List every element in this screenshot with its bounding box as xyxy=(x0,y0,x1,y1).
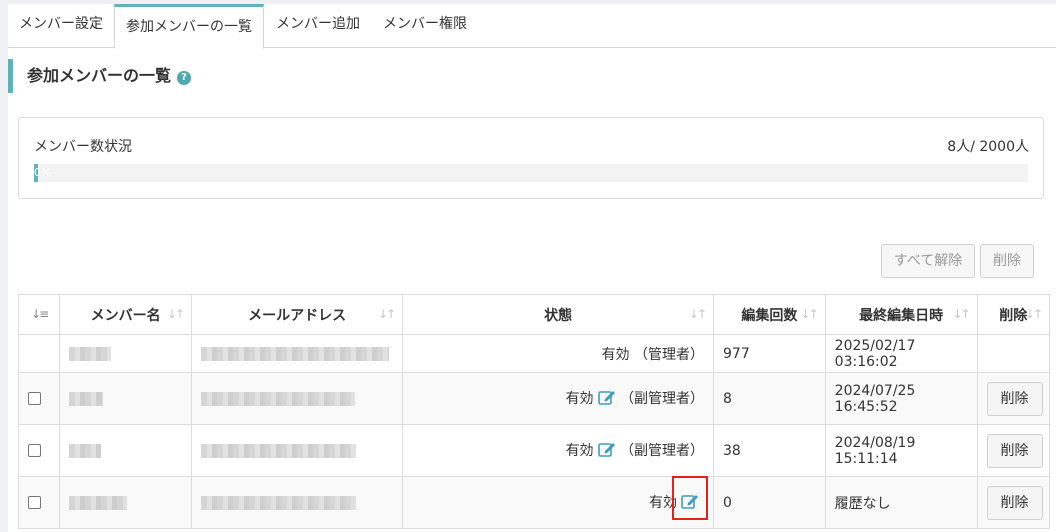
state-cell: 有効 xyxy=(402,476,715,529)
table-row: 有効 0 履歴なし 削除 xyxy=(17,476,1051,529)
member-count: 8人/ 2000人 xyxy=(947,139,1029,155)
column-header-label: メンバー名 xyxy=(90,307,161,324)
state-text: 有効 xyxy=(601,346,630,363)
row-select-cell xyxy=(17,334,61,373)
column-header-label: 最終編集日時 xyxy=(859,307,944,324)
column-header-edit-count[interactable]: 編集回数 ↓↑ xyxy=(713,294,826,335)
last-edit-cell: 履歴なし xyxy=(824,476,978,529)
tab-member-permissions[interactable]: メンバー権限 xyxy=(372,4,478,48)
page-title: 参加メンバーの一覧? xyxy=(8,59,192,93)
member-status-panel: メンバー数状況 8人/ 2000人 0% xyxy=(18,117,1044,199)
email-cell xyxy=(190,334,404,373)
email-cell xyxy=(190,476,404,529)
column-header-label: 状態 xyxy=(544,307,573,324)
row-select-cell xyxy=(17,424,61,477)
member-name-cell xyxy=(59,476,192,529)
redacted-member-name xyxy=(69,495,128,510)
table-header-row: ↓≡ メンバー名 ↓↑ メールアドレス ↓↑ 状態 ↓↑ 編集回数 ↓↑ 最終編集日時 ↓… xyxy=(17,294,1051,335)
row-checkbox[interactable] xyxy=(28,392,41,405)
redacted-email xyxy=(201,391,355,406)
edit-count-cell: 977 xyxy=(713,334,826,373)
member-progress-bar: 0% xyxy=(34,164,1028,182)
tab-member-settings[interactable]: メンバー設定 xyxy=(8,4,114,48)
column-header-delete[interactable]: 削除 ↓↑ xyxy=(976,294,1051,335)
last-edit-cell: 2024/07/25 16:45:52 xyxy=(824,372,978,425)
help-icon[interactable]: ? xyxy=(177,71,192,85)
page-title-text: 参加メンバーの一覧 xyxy=(27,66,172,85)
member-status-label: メンバー数状況 xyxy=(34,139,132,155)
delete-cell: 削除 xyxy=(976,372,1051,425)
role-text: （管理者） xyxy=(634,346,705,363)
table-row: 有効 （副管理者） 8 2024/07/25 16:45:52 削除 xyxy=(17,372,1051,425)
member-progress-text: 0% xyxy=(34,166,52,179)
column-header-label: メールアドレス xyxy=(248,307,347,324)
column-header-label: 削除 xyxy=(999,307,1028,324)
table-row: 有効 （管理者） 977 2025/02/17 03:16:02 xyxy=(17,334,1051,373)
state-text: 有効 xyxy=(565,390,594,407)
edit-count-cell: 0 xyxy=(713,476,826,529)
tab-member-list[interactable]: 参加メンバーの一覧 xyxy=(114,4,264,49)
redacted-email xyxy=(201,495,356,510)
select-column-header[interactable]: ↓≡ xyxy=(17,294,61,335)
role-text: （副管理者） xyxy=(620,390,705,407)
delete-button[interactable]: 削除 xyxy=(986,433,1043,468)
bulk-delete-button[interactable]: 削除 xyxy=(980,244,1034,278)
redacted-member-name xyxy=(69,346,112,361)
release-all-button[interactable]: すべて解除 xyxy=(881,244,975,278)
delete-cell xyxy=(976,334,1051,373)
sort-icon: ↓↑ xyxy=(688,307,707,321)
state-cell: 有効 （副管理者） xyxy=(402,372,715,425)
redacted-member-name xyxy=(69,443,102,458)
tab-bar: メンバー設定 参加メンバーの一覧 メンバー追加 メンバー権限 xyxy=(8,4,1056,49)
state-cell: 有効 （管理者） xyxy=(402,334,715,373)
column-header-state[interactable]: 状態 ↓↑ xyxy=(402,294,715,335)
redacted-member-name xyxy=(69,391,104,406)
page: メンバー設定 参加メンバーの一覧 メンバー追加 メンバー権限 参加メンバーの一覧… xyxy=(8,4,1056,532)
row-select-cell xyxy=(17,372,61,425)
edit-icon[interactable] xyxy=(597,441,616,462)
edit-count-cell: 38 xyxy=(713,424,826,477)
delete-cell: 削除 xyxy=(976,476,1051,529)
delete-cell: 削除 xyxy=(976,424,1051,477)
edit-count-cell: 8 xyxy=(713,372,826,425)
role-text: （副管理者） xyxy=(620,442,705,459)
row-checkbox[interactable] xyxy=(28,444,41,457)
table-row: 有効 （副管理者） 38 2024/08/19 15:11:14 削除 xyxy=(17,424,1051,477)
sort-icon: ↓↑ xyxy=(1024,307,1043,321)
sort-icon: ↓↑ xyxy=(800,307,819,321)
row-checkbox[interactable] xyxy=(28,496,41,509)
column-header-label: 編集回数 xyxy=(741,307,798,324)
last-edit-cell: 2024/08/19 15:11:14 xyxy=(824,424,978,477)
redacted-email xyxy=(201,443,356,458)
sort-icon: ↓↑ xyxy=(378,307,396,321)
column-header-email[interactable]: メールアドレス ↓↑ xyxy=(190,294,404,335)
email-cell xyxy=(190,424,404,477)
column-header-last-edit[interactable]: 最終編集日時 ↓↑ xyxy=(824,294,978,335)
sort-icon: ↓↑ xyxy=(952,307,970,321)
highlight-box xyxy=(672,476,708,520)
state-cell: 有効 （副管理者） xyxy=(402,424,715,477)
column-header-member-name[interactable]: メンバー名 ↓↑ xyxy=(59,294,192,335)
member-table: ↓≡ メンバー名 ↓↑ メールアドレス ↓↑ 状態 ↓↑ 編集回数 ↓↑ 最終編集日時 ↓… xyxy=(17,294,1051,529)
redacted-email xyxy=(201,346,389,361)
member-name-cell xyxy=(59,372,192,425)
delete-button[interactable]: 削除 xyxy=(986,381,1043,416)
email-cell xyxy=(190,372,404,425)
member-name-cell xyxy=(59,424,192,477)
state-text: 有効 xyxy=(565,442,594,459)
sort-icon: ↓↑ xyxy=(166,307,185,321)
delete-button[interactable]: 削除 xyxy=(986,485,1043,520)
tab-add-member[interactable]: メンバー追加 xyxy=(266,4,370,48)
edit-icon[interactable] xyxy=(597,389,616,410)
member-name-cell xyxy=(59,334,192,373)
row-select-cell xyxy=(17,476,61,529)
sort-select-icon: ↓≡ xyxy=(31,307,49,321)
last-edit-cell: 2025/02/17 03:16:02 xyxy=(824,334,978,373)
